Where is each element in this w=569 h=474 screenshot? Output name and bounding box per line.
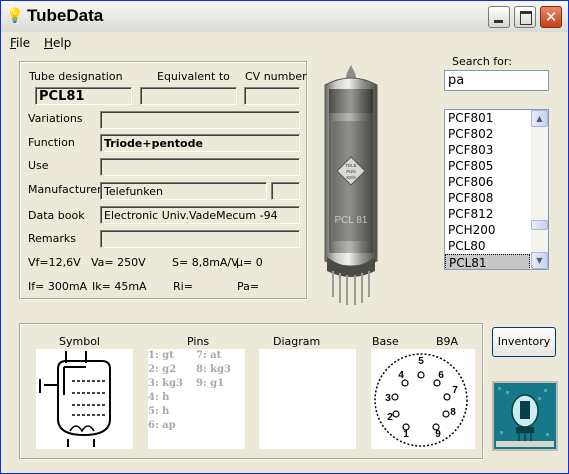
base-diagram: 1 2 3 4 5 6 7 8 9 xyxy=(371,349,475,449)
search-input[interactable]: pa xyxy=(444,70,549,91)
function-label: Function xyxy=(28,136,75,149)
pin-1: 1: gt xyxy=(148,350,174,361)
base-type-label: B9A xyxy=(436,335,459,348)
symbol-label: Symbol xyxy=(59,335,100,348)
tube-print: PCL 81 xyxy=(335,215,368,226)
window-title: TubeData xyxy=(27,6,104,25)
cv-number-label: CV number xyxy=(245,70,307,83)
menu-file[interactable]: File xyxy=(10,36,30,50)
tube-designation-field[interactable]: PCL81 xyxy=(35,87,132,105)
use-field[interactable] xyxy=(100,158,300,176)
menu-bar: File Help xyxy=(1,34,568,53)
base-pin-6: 6 xyxy=(438,370,444,381)
tube-designation-label: Tube designation xyxy=(29,70,123,83)
list-item[interactable]: PCF806 xyxy=(445,174,530,190)
base-pin-3: 3 xyxy=(385,393,391,404)
lightbulb-icon: 💡 xyxy=(6,8,24,24)
title-bar[interactable]: 💡 TubeData ✕ xyxy=(1,1,568,32)
equivalent-to-field[interactable] xyxy=(140,87,237,105)
list-item[interactable]: PCF802 xyxy=(445,126,530,142)
manufacturer-field[interactable]: Telefunken xyxy=(100,182,267,200)
scroll-up-icon[interactable]: ▲ xyxy=(531,110,548,127)
list-item[interactable]: PCF801 xyxy=(445,110,530,126)
list-item[interactable]: PCF803 xyxy=(445,142,530,158)
manufacturer-extra-field[interactable] xyxy=(271,182,300,200)
manufacturer-label: Manufacturer xyxy=(28,183,102,196)
tube-brand-mark-1: TELE xyxy=(345,163,356,168)
inventory-button[interactable]: Inventory xyxy=(492,327,556,357)
tube-brand-mark-2: FUN xyxy=(346,169,355,174)
base-pin-2: 2 xyxy=(387,412,393,423)
pin-9: 9: g1 xyxy=(196,378,225,389)
variations-label: Variations xyxy=(28,112,83,125)
tube-logo-image[interactable] xyxy=(492,381,558,451)
function-field[interactable]: Triode+pentode xyxy=(100,134,300,152)
spec-va: Va= 250V xyxy=(91,256,146,269)
remarks-field[interactable] xyxy=(100,230,300,248)
pins-list: 1: gt 2: g2 3: kg3 4: h 5: h 6: ap 7: at… xyxy=(148,349,245,449)
spec-mu: µ= 0 xyxy=(236,256,263,269)
pin-8: 8: kg3 xyxy=(196,364,232,375)
close-button[interactable]: ✕ xyxy=(540,6,562,28)
data-book-label: Data book xyxy=(28,209,85,222)
minimize-button[interactable] xyxy=(488,6,510,28)
scroll-down-icon[interactable]: ▼ xyxy=(531,252,548,269)
pin-3: 3: kg3 xyxy=(148,378,184,389)
pin-6: 6: ap xyxy=(148,420,176,431)
base-pin-8: 8 xyxy=(450,407,456,418)
diagram-panel xyxy=(259,349,356,449)
equivalent-to-label: Equivalent to xyxy=(157,70,230,83)
list-item[interactable]: PCL80 xyxy=(445,238,530,254)
list-item[interactable]: PCF812 xyxy=(445,206,530,222)
use-label: Use xyxy=(28,159,49,172)
pin-5: 5: h xyxy=(148,406,170,417)
base-pin-1: 1 xyxy=(403,429,409,440)
base-pin-7: 7 xyxy=(452,385,458,396)
list-item-selected[interactable]: PCL81 xyxy=(445,254,530,269)
spec-s: S= 8,8mA/V xyxy=(172,256,239,269)
tube-brand-mark-3: KEN xyxy=(346,175,355,180)
pin-4: 4: h xyxy=(148,392,170,403)
list-item[interactable]: PCF805 xyxy=(445,158,530,174)
spec-ik: Ik= 45mA xyxy=(92,280,147,293)
search-label: Search for: xyxy=(452,55,512,68)
spec-if: If= 300mA xyxy=(28,280,88,293)
base-pin-5: 5 xyxy=(418,356,424,367)
data-book-field[interactable]: Electronic Univ.VadeMecum -94 xyxy=(100,206,300,224)
spec-vf: Vf=12,6V xyxy=(28,256,81,269)
cv-number-field[interactable] xyxy=(244,87,300,105)
app-window: 💡 TubeData ✕ File Help Tube designation … xyxy=(0,0,569,474)
base-label: Base xyxy=(372,335,399,348)
scrollbar-thumb[interactable] xyxy=(531,220,548,230)
tube-photo: TELE FUN KEN PCL 81 xyxy=(315,61,387,311)
pins-label: Pins xyxy=(187,335,210,348)
list-item[interactable]: PCF808 xyxy=(445,190,530,206)
spec-ri: Ri= xyxy=(173,280,193,293)
remarks-label: Remarks xyxy=(28,232,76,245)
tube-symbol xyxy=(36,349,133,449)
list-item[interactable]: PCH200 xyxy=(445,222,530,238)
maximize-button[interactable] xyxy=(514,6,536,28)
variations-field[interactable] xyxy=(100,111,300,129)
base-pin-9: 9 xyxy=(435,429,441,440)
pin-7: 7: at xyxy=(196,350,222,361)
results-scrollbar[interactable]: ▲ ▼ xyxy=(531,110,548,269)
tube-logo-icon xyxy=(494,383,556,449)
menu-help[interactable]: Help xyxy=(44,36,71,50)
base-pin-4: 4 xyxy=(398,370,404,381)
pin-2: 2: g2 xyxy=(148,364,177,375)
diagram-label: Diagram xyxy=(273,335,321,348)
spec-pa: Pa= xyxy=(237,280,260,293)
results-listbox[interactable]: PCF801 PCF802 PCF803 PCF805 PCF806 PCF80… xyxy=(444,109,549,270)
